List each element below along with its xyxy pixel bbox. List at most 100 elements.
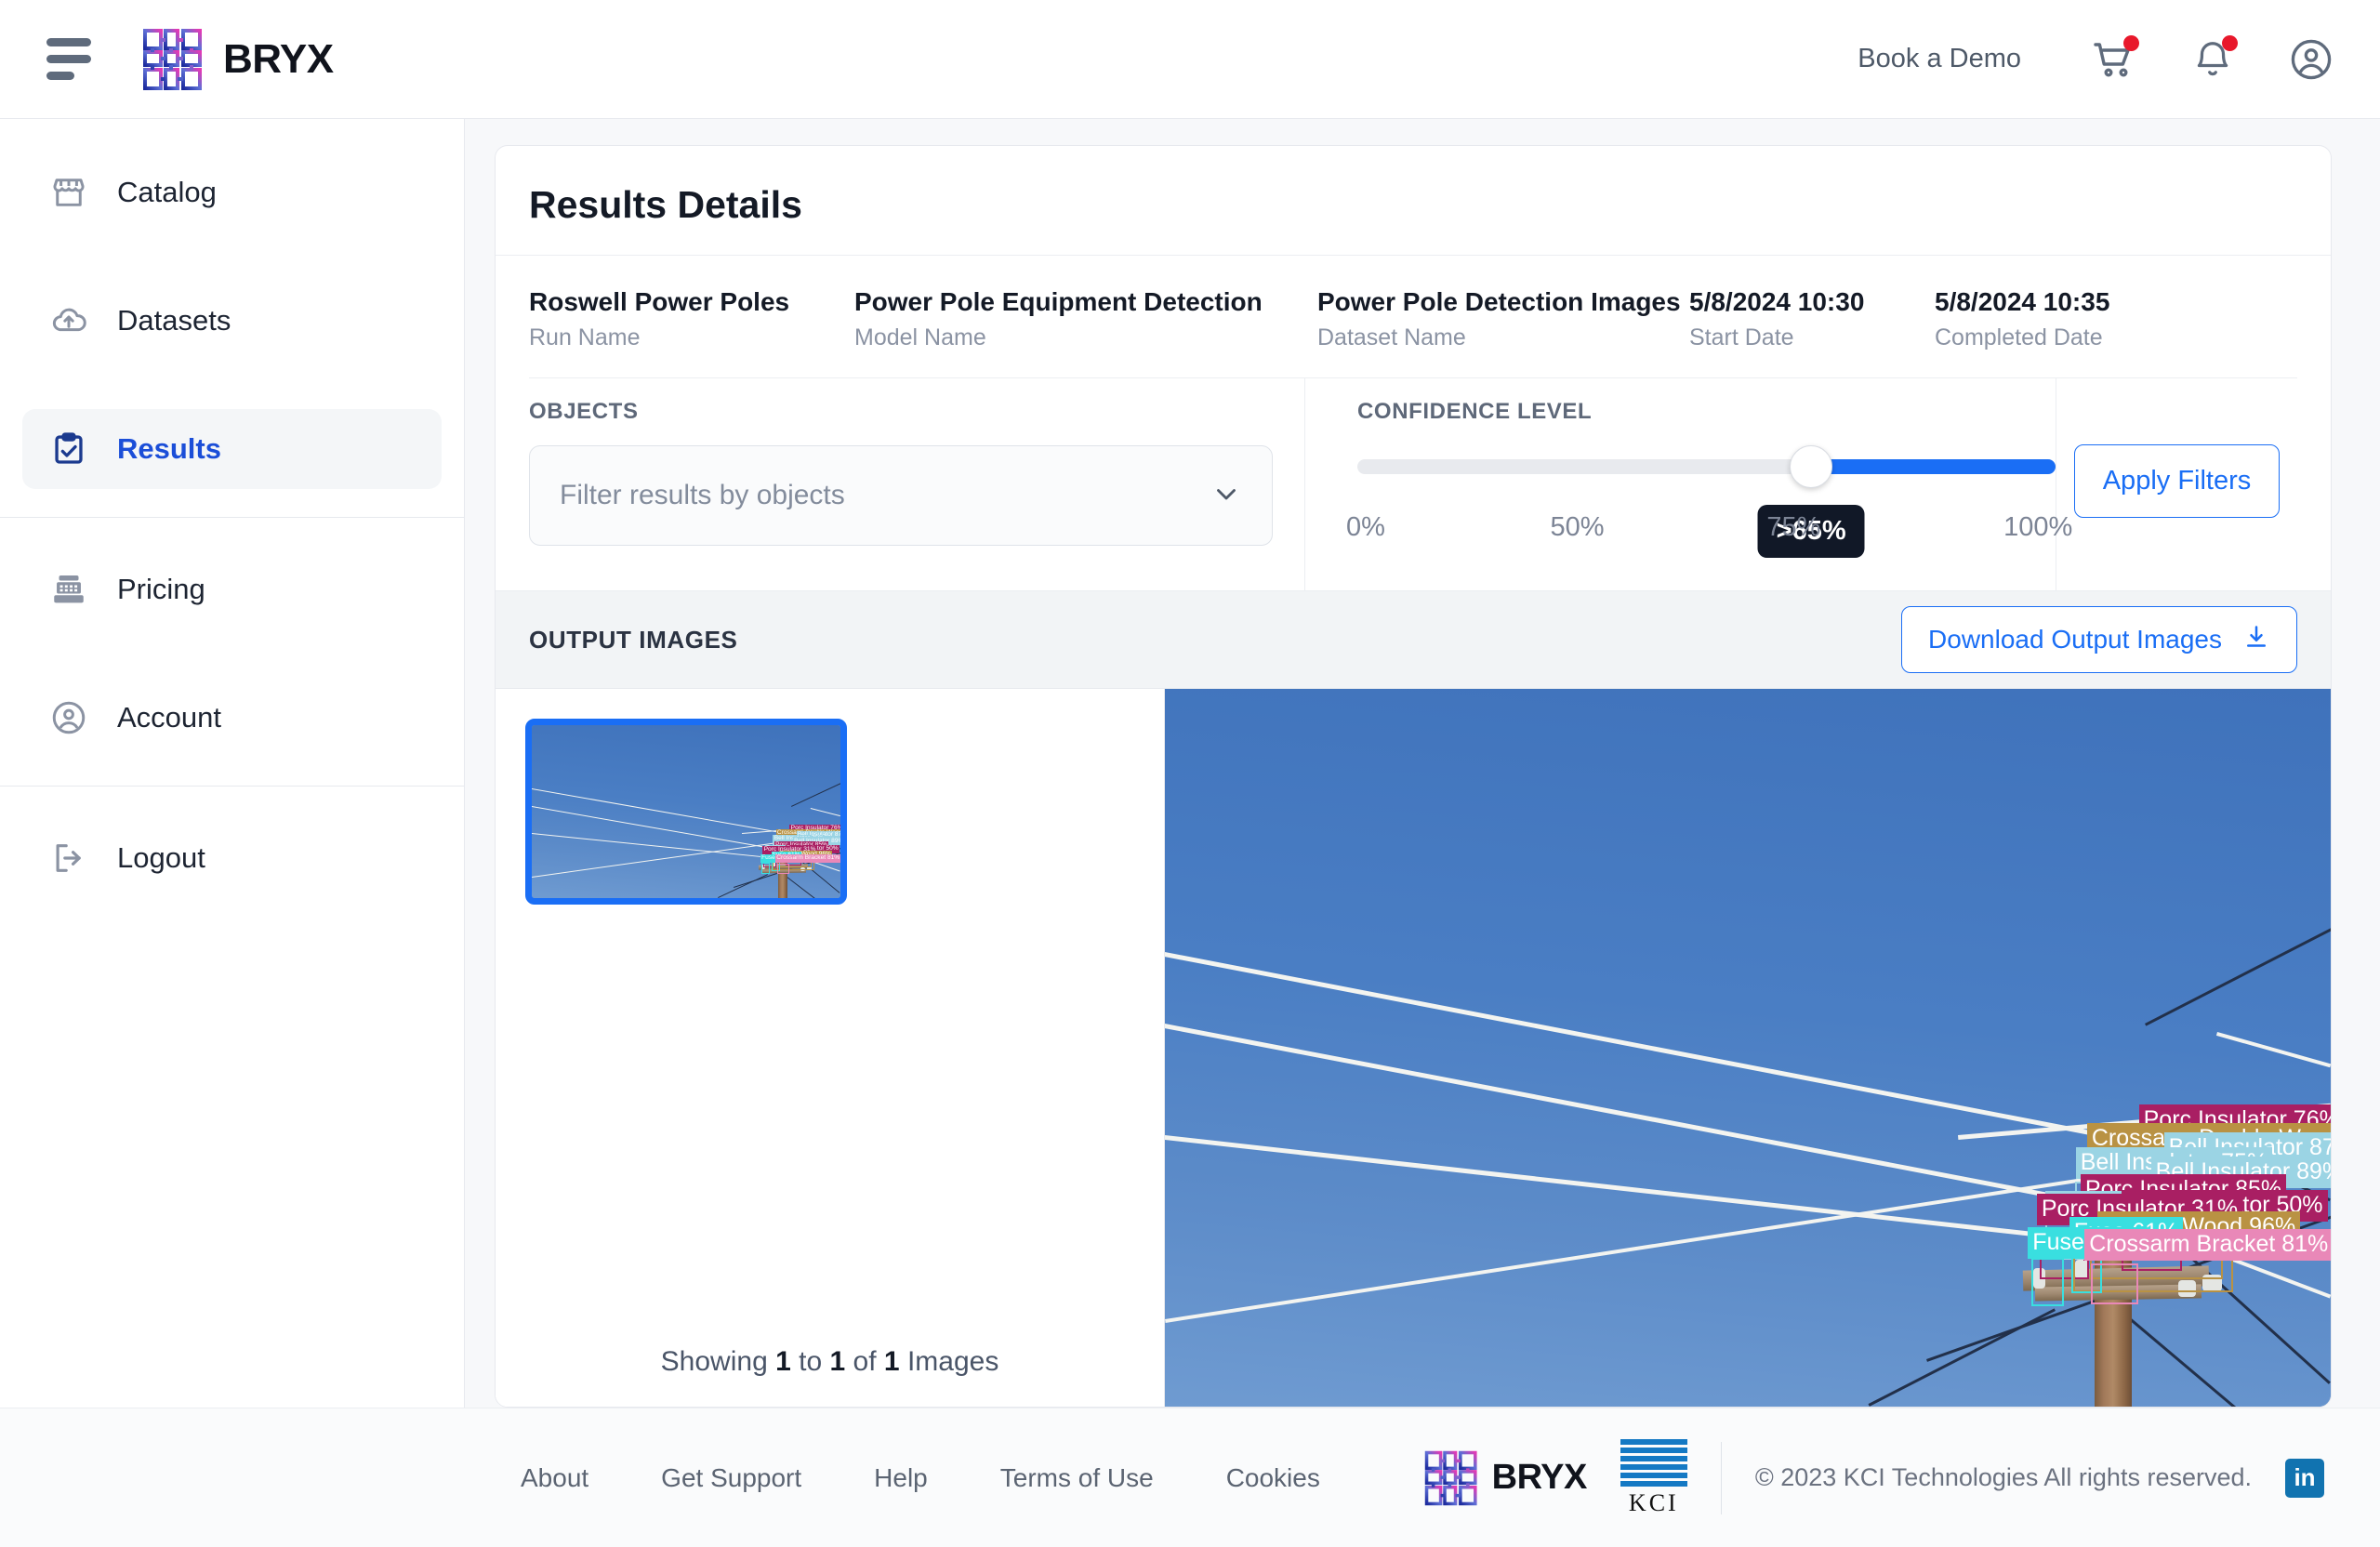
results-details-card: Results Details Roswell Power Poles Run … bbox=[495, 145, 2332, 1408]
meta-value: 5/8/2024 10:30 bbox=[1689, 287, 1865, 316]
download-output-images-button[interactable]: Download Output Images bbox=[1901, 606, 2297, 673]
hamburger-icon[interactable] bbox=[46, 38, 95, 80]
sidebar-item-label: Account bbox=[117, 701, 222, 734]
filter-bar: OBJECTS Filter results by objects CONFID… bbox=[529, 377, 2297, 590]
brand-name: BRYX bbox=[223, 35, 334, 82]
footer-links: About Get Support Help Terms of Use Cook… bbox=[521, 1463, 1320, 1493]
book-a-demo-link[interactable]: Book a Demo bbox=[1858, 44, 2021, 74]
image-viewer[interactable]: Porc Insulator 76%Crossarm Double Wood 8… bbox=[1165, 689, 2331, 1407]
meta-completed-date: 5/8/2024 10:35 Completed Date bbox=[1935, 287, 2109, 351]
detection-box bbox=[760, 862, 770, 874]
apply-filters-area: Apply Filters bbox=[2056, 378, 2297, 590]
output-images-body: Porc Insulator 76%Crossarm Double Wood 8… bbox=[496, 688, 2331, 1407]
kci-bars-icon bbox=[1620, 1438, 1687, 1488]
slider-thumb[interactable] bbox=[1790, 445, 1833, 488]
showing-prefix: Showing bbox=[660, 1346, 768, 1377]
detection-label: Crossarm Bracket 81% bbox=[774, 854, 840, 864]
meta-area: Roswell Power Poles Run Name Power Pole … bbox=[496, 256, 2331, 377]
bell-badge bbox=[2222, 34, 2238, 51]
confidence-slider[interactable] bbox=[1357, 445, 2056, 488]
brand-logo[interactable]: BRYX bbox=[141, 27, 334, 92]
sidebar-nav: Catalog Datasets Results Pricing Account… bbox=[0, 119, 465, 1408]
showing-to: 1 bbox=[829, 1346, 846, 1377]
run-metadata: Roswell Power Poles Run Name Power Pole … bbox=[529, 256, 2297, 377]
detection-label: Crossarm Bracket 81% bbox=[2084, 1229, 2331, 1262]
meta-dataset-name: Power Pole Detection Images Dataset Name bbox=[1317, 287, 1689, 351]
meta-value: 5/8/2024 10:35 bbox=[1935, 287, 2110, 316]
slider-tick-0: 0% bbox=[1346, 512, 1385, 542]
app-root: BRYX Book a Demo Catalog Datasets Result… bbox=[0, 0, 2380, 1547]
meta-model-name: Power Pole Equipment Detection Model Nam… bbox=[854, 287, 1317, 351]
sidebar-group-secondary: Pricing Account bbox=[0, 549, 464, 758]
notification-bell-icon[interactable] bbox=[2187, 33, 2239, 86]
objects-filter-label: OBJECTS bbox=[529, 399, 639, 424]
detection-box bbox=[776, 863, 790, 874]
footer-link-about[interactable]: About bbox=[521, 1463, 588, 1493]
apply-filters-button[interactable]: Apply Filters bbox=[2073, 443, 2281, 518]
download-icon bbox=[2242, 623, 2270, 657]
objects-filter: OBJECTS Filter results by objects bbox=[529, 378, 1273, 590]
thumbnail-column: Porc Insulator 76%Crossarm Double Wood 8… bbox=[496, 689, 1165, 1407]
showing-suffix: Images bbox=[906, 1346, 999, 1377]
pagination-summary: Showing 1 to 1 of 1 Images bbox=[496, 1317, 1164, 1407]
sidebar-item-datasets[interactable]: Datasets bbox=[22, 281, 442, 361]
slider-tick-100: 100% bbox=[2003, 512, 2073, 542]
meta-value: Power Pole Equipment Detection bbox=[854, 287, 1263, 316]
copyright-text: © 2023 KCI Technologies All rights reser… bbox=[1754, 1463, 2252, 1491]
storefront-icon bbox=[48, 172, 89, 213]
confidence-filter-label: CONFIDENCE LEVEL bbox=[1357, 399, 1593, 424]
confidence-filter: CONFIDENCE LEVEL 0% 50% >65% 75% 100% bbox=[1304, 378, 2072, 590]
output-images-title: OUTPUT IMAGES bbox=[529, 625, 738, 654]
sidebar-divider-1 bbox=[0, 517, 464, 518]
bryx-logo-icon bbox=[143, 28, 202, 90]
showing-from: 1 bbox=[775, 1346, 791, 1377]
logout-icon bbox=[48, 838, 89, 879]
showing-of-word: of bbox=[853, 1346, 877, 1377]
page-title: Results Details bbox=[529, 183, 802, 226]
chevron-down-icon bbox=[1210, 478, 1242, 514]
sidebar-group-primary: Catalog Datasets Results bbox=[0, 152, 464, 489]
sidebar-item-account[interactable]: Account bbox=[22, 678, 442, 758]
footer-link-cookies[interactable]: Cookies bbox=[1226, 1463, 1320, 1493]
sidebar-item-pricing[interactable]: Pricing bbox=[22, 549, 442, 629]
output-images-panel: OUTPUT IMAGES Download Output Images Por… bbox=[496, 590, 2331, 1407]
footer-right: BRYX KCI © 2023 KCI Technologies All rig… bbox=[1423, 1438, 2324, 1517]
cloud-upload-icon bbox=[48, 300, 89, 341]
meta-start-date: 5/8/2024 10:30 Start Date bbox=[1689, 287, 1935, 351]
main-content: Results Details Roswell Power Poles Run … bbox=[465, 119, 2380, 1408]
thumbnail-list: Porc Insulator 76%Crossarm Double Wood 8… bbox=[496, 689, 1164, 1317]
detection-box bbox=[2030, 1258, 2064, 1306]
linkedin-icon[interactable]: in bbox=[2285, 1458, 2324, 1498]
meta-run-name: Roswell Power Poles Run Name bbox=[529, 287, 854, 351]
account-circle-icon[interactable] bbox=[2285, 33, 2337, 86]
page-footer: About Get Support Help Terms of Use Cook… bbox=[0, 1408, 2380, 1547]
footer-link-help[interactable]: Help bbox=[874, 1463, 928, 1493]
footer-link-get-support[interactable]: Get Support bbox=[661, 1463, 801, 1493]
sidebar-item-logout[interactable]: Logout bbox=[22, 818, 442, 898]
kci-logo-text: KCI bbox=[1628, 1488, 1679, 1516]
sidebar-item-catalog[interactable]: Catalog bbox=[22, 152, 442, 232]
footer-link-terms[interactable]: Terms of Use bbox=[1000, 1463, 1154, 1493]
footer-brand-logo: BRYX bbox=[1423, 1449, 1587, 1507]
detection-box bbox=[2091, 1263, 2138, 1305]
sidebar-item-results[interactable]: Results bbox=[22, 409, 442, 489]
clipboard-check-icon bbox=[48, 429, 89, 469]
bryx-logo-icon bbox=[1424, 1450, 1477, 1505]
sidebar-item-label: Datasets bbox=[117, 304, 231, 337]
slider-track-fill bbox=[1811, 459, 2056, 474]
filters-area: OBJECTS Filter results by objects CONFID… bbox=[496, 377, 2331, 590]
card-header-area: Results Details bbox=[496, 146, 2331, 255]
objects-select[interactable]: Filter results by objects bbox=[529, 445, 1273, 546]
download-button-label: Download Output Images bbox=[1928, 625, 2222, 654]
objects-select-placeholder: Filter results by objects bbox=[560, 480, 845, 510]
meta-value: Power Pole Detection Images bbox=[1317, 287, 1681, 316]
kci-logo: KCI bbox=[1620, 1438, 1687, 1517]
meta-label: Run Name bbox=[529, 324, 641, 350]
meta-value: Roswell Power Poles bbox=[529, 287, 790, 316]
sidebar-item-label: Catalog bbox=[117, 176, 217, 208]
sidebar-item-label: Results bbox=[117, 432, 221, 465]
footer-brand-name: BRYX bbox=[1491, 1458, 1588, 1497]
linkedin-label: in bbox=[2294, 1463, 2316, 1491]
thumbnail-item[interactable]: Porc Insulator 76%Crossarm Double Wood 8… bbox=[525, 719, 847, 905]
shopping-cart-icon[interactable] bbox=[2088, 33, 2140, 86]
